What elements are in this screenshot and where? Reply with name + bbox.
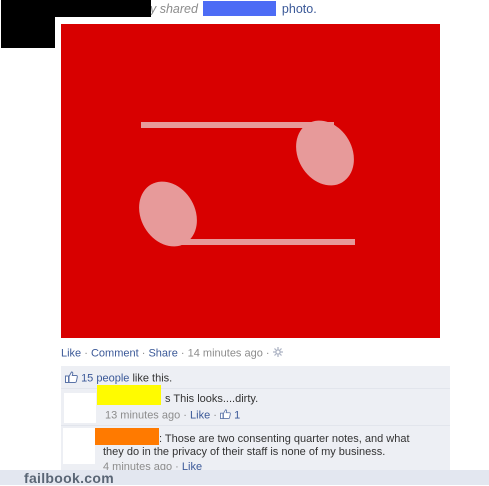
comment-avatar[interactable] — [64, 393, 96, 423]
redacted-commenter-name — [97, 385, 161, 405]
comment-like-link[interactable]: Like — [190, 409, 210, 421]
gear-icon[interactable] — [272, 347, 283, 360]
separator: · — [84, 347, 88, 360]
comment-text-line-1: : Those are two consenting quarter notes… — [159, 433, 410, 445]
separator: · — [183, 409, 187, 422]
photo-link[interactable]: photo. — [282, 2, 317, 16]
comment-text: s This looks....dirty. — [165, 393, 259, 405]
comment-meta: 13 minutes ago · Like · 1 — [105, 409, 240, 422]
site-watermark: failbook.com — [24, 470, 114, 486]
quarter-notes-image — [61, 24, 440, 338]
share-link[interactable]: Share — [148, 347, 177, 359]
post-timestamp[interactable]: 14 minutes ago — [188, 347, 263, 359]
comment-like-count[interactable]: 1 — [234, 409, 240, 421]
likes-row: 15 people like this. — [65, 371, 172, 386]
comment-text-line-2: they do in the privacy of their staff is… — [103, 446, 386, 458]
redacted-name — [203, 1, 277, 16]
thumbs-up-icon[interactable] — [220, 409, 231, 422]
comment-time[interactable]: 13 minutes ago — [105, 409, 180, 421]
likes-suffix: like this. — [132, 372, 173, 385]
redacted-name-black — [55, 0, 151, 17]
divider — [61, 425, 450, 426]
separator: · — [180, 347, 185, 360]
feedback-box: 15 people like this. s This looks....dir… — [61, 366, 450, 476]
like-link[interactable]: Like — [61, 347, 81, 359]
separator: · — [141, 347, 146, 360]
likers-link[interactable]: 15 people — [81, 372, 129, 384]
separator: · — [213, 409, 217, 422]
redacted-avatar — [1, 0, 55, 48]
header-prefix: y shared — [150, 2, 198, 16]
separator: · — [265, 347, 270, 360]
story-header: y shared photo. — [150, 1, 317, 16]
redacted-commenter-name — [95, 428, 159, 445]
thumbs-up-icon — [65, 371, 78, 386]
comment-link[interactable]: Comment — [91, 347, 139, 359]
comment-avatar[interactable] — [63, 428, 95, 464]
shared-photo[interactable] — [61, 24, 440, 338]
action-bar: Like · Comment · Share · 14 minutes ago … — [61, 347, 283, 360]
